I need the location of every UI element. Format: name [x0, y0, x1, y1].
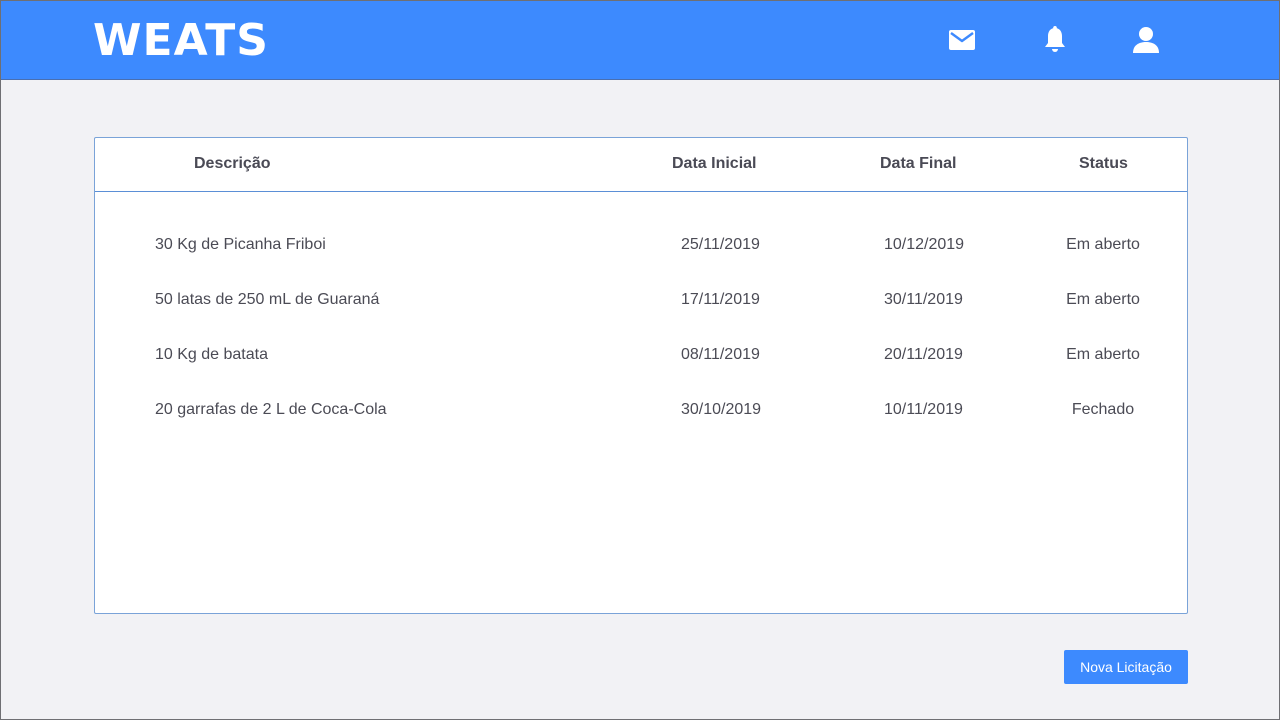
- table-row[interactable]: 10 Kg de batata 08/11/2019 20/11/2019 Em…: [95, 336, 1187, 376]
- cell-description: 50 latas de 250 mL de Guaraná: [155, 291, 380, 308]
- user-icon[interactable]: [1131, 25, 1161, 55]
- table-row[interactable]: 30 Kg de Picanha Friboi 25/11/2019 10/12…: [95, 226, 1187, 266]
- new-bid-button[interactable]: Nova Licitação: [1064, 650, 1188, 684]
- column-header-end-date[interactable]: Data Final: [880, 155, 956, 173]
- cell-start-date: 30/10/2019: [681, 401, 762, 418]
- column-header-status[interactable]: Status: [1079, 155, 1128, 173]
- cell-end-date: 10/12/2019: [884, 236, 965, 253]
- cell-status: Em aberto: [1066, 346, 1140, 363]
- cell-description: 20 garrafas de 2 L de Coca-Cola: [155, 401, 387, 418]
- cell-end-date: 20/11/2019: [884, 346, 963, 363]
- table-row[interactable]: 20 garrafas de 2 L de Coca-Cola 30/10/20…: [95, 391, 1187, 431]
- table-header: Descrição Data Inicial Data Final Status: [95, 138, 1187, 192]
- cell-end-date: 10/11/2019: [884, 401, 963, 418]
- top-bar: WEATS: [1, 1, 1279, 80]
- column-header-description[interactable]: Descrição: [194, 155, 271, 173]
- bell-icon[interactable]: [1040, 25, 1070, 55]
- cell-description: 10 Kg de batata: [155, 346, 268, 363]
- mail-icon[interactable]: [947, 25, 977, 55]
- cell-status: Em aberto: [1066, 236, 1140, 253]
- column-header-start-date[interactable]: Data Inicial: [672, 155, 756, 173]
- app-window: WEATS Descrição Data Inicial Data Final …: [0, 0, 1280, 720]
- cell-status: Em aberto: [1066, 291, 1140, 308]
- bids-table: Descrição Data Inicial Data Final Status…: [94, 137, 1188, 614]
- app-logo[interactable]: WEATS: [93, 15, 269, 66]
- cell-start-date: 25/11/2019: [681, 236, 760, 253]
- table-row[interactable]: 50 latas de 250 mL de Guaraná 17/11/2019…: [95, 281, 1187, 321]
- cell-start-date: 08/11/2019: [681, 346, 760, 363]
- cell-start-date: 17/11/2019: [681, 291, 760, 308]
- cell-status: Fechado: [1071, 401, 1135, 418]
- cell-description: 30 Kg de Picanha Friboi: [155, 236, 326, 253]
- cell-end-date: 30/11/2019: [884, 291, 963, 308]
